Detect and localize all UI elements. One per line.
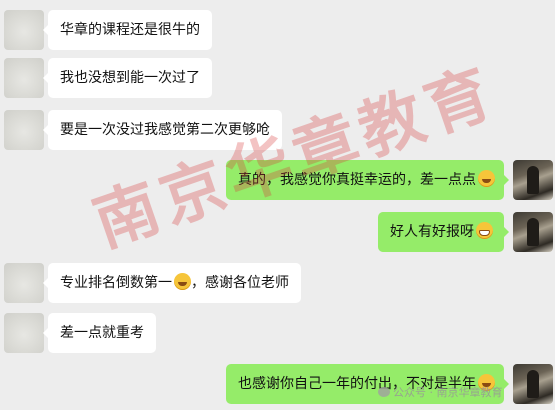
message-text: 专业排名倒数第一 — [60, 275, 172, 291]
message-text: 我也没想到能一次过了 — [60, 70, 200, 86]
incoming-message-bubble[interactable]: 华章的课程还是很牛的 — [43, 10, 212, 50]
contact-avatar[interactable] — [4, 58, 44, 98]
user-avatar[interactable] — [513, 212, 553, 252]
wechat-icon — [378, 387, 390, 397]
message-row: 我也没想到能一次过了 — [0, 58, 555, 98]
incoming-message-bubble[interactable]: 我也没想到能一次过了 — [43, 58, 212, 98]
message-text: 好人有好报呀 — [390, 224, 474, 240]
contact-avatar[interactable] — [4, 10, 44, 50]
source-tag-text: 公众号 · 南京华章教育 — [393, 386, 503, 399]
contact-avatar[interactable] — [4, 263, 44, 303]
message-row: 好人有好报呀 — [0, 212, 555, 252]
incoming-message-bubble[interactable]: 专业排名倒数第一 ，感谢各位老师 — [43, 263, 301, 303]
incoming-message-bubble[interactable]: 要是一次没过我感觉第二次更够呛 — [43, 110, 282, 150]
message-text: 华章的课程还是很牛的 — [60, 22, 200, 38]
message-row: 专业排名倒数第一 ，感谢各位老师 — [0, 263, 555, 303]
grinning-face-icon — [476, 222, 493, 239]
message-text: 要是一次没过我感觉第二次更够呛 — [60, 122, 270, 138]
message-row: 差一点就重考 — [0, 313, 555, 353]
laughing-face-icon — [478, 170, 495, 187]
contact-avatar[interactable] — [4, 313, 44, 353]
outgoing-message-bubble[interactable]: 好人有好报呀 — [378, 212, 509, 252]
laughing-face-icon — [174, 273, 191, 290]
user-avatar[interactable] — [513, 364, 553, 404]
message-row: 真的，我感觉你真挺幸运的，差一点点 — [0, 160, 555, 200]
message-text: 差一点就重考 — [60, 325, 144, 341]
incoming-message-bubble[interactable]: 差一点就重考 — [43, 313, 156, 353]
message-text: 真的，我感觉你真挺幸运的，差一点点 — [238, 172, 476, 188]
outgoing-message-bubble[interactable]: 真的，我感觉你真挺幸运的，差一点点 — [226, 160, 509, 200]
user-avatar[interactable] — [513, 160, 553, 200]
message-row: 要是一次没过我感觉第二次更够呛 — [0, 110, 555, 150]
message-text-continued: ，感谢各位老师 — [191, 275, 289, 291]
source-tag: 公众号 · 南京华章教育 — [378, 384, 503, 400]
message-row: 华章的课程还是很牛的 — [0, 10, 555, 50]
contact-avatar[interactable] — [4, 110, 44, 150]
